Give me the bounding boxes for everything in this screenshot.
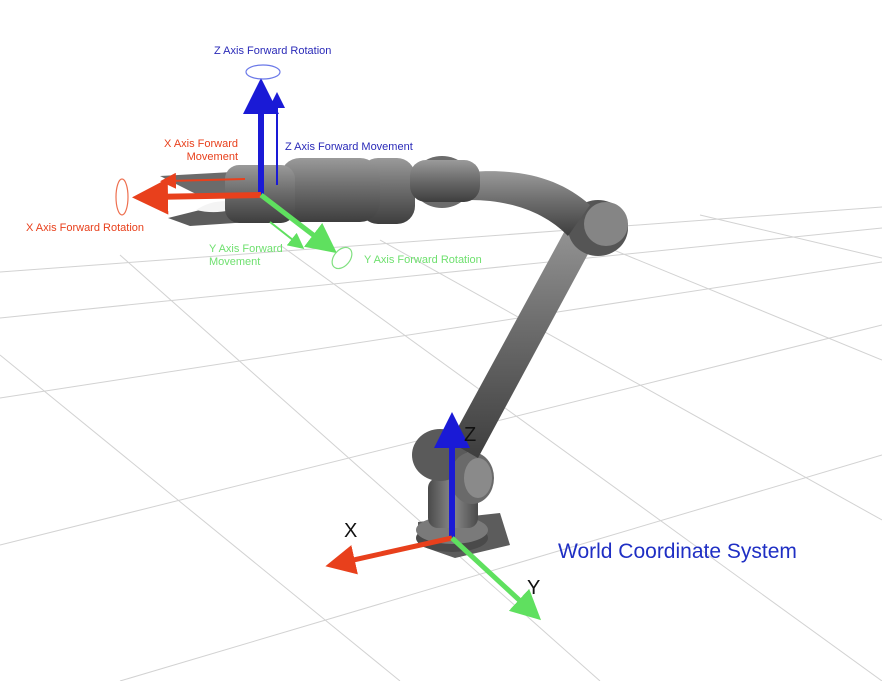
world-y-letter: Y: [527, 577, 541, 599]
x-movement-label-line1: X Axis Forward: [164, 138, 238, 150]
tool-x-axis-arrow: [132, 178, 262, 215]
world-z-letter: Z: [464, 424, 477, 446]
y-rotation-label: Y Axis Forward Rotation: [364, 254, 482, 266]
z-movement-label: Z Axis Forward Movement: [285, 141, 413, 153]
world-x-letter: X: [344, 520, 358, 542]
x-movement-label: X Axis Forward Movement: [148, 138, 238, 164]
world-coordinate-title: World Coordinate System: [558, 540, 797, 563]
y-movement-label-line1: Y Axis Forward: [209, 243, 283, 255]
x-rotation-label: X Axis Forward Rotation: [26, 222, 144, 234]
z-rotation-ellipse: [245, 64, 281, 80]
y-movement-label-line2: Movement: [209, 256, 261, 268]
x-rotation-ellipse: [115, 178, 129, 216]
z-rotation-label: Z Axis Forward Rotation: [214, 45, 332, 57]
x-movement-label-line2: Movement: [186, 151, 238, 163]
robot-arm-diagram: [0, 64, 882, 681]
y-movement-label: Y Axis Forward Movement: [209, 243, 283, 269]
tool-y-movement-arrow: [269, 221, 305, 249]
